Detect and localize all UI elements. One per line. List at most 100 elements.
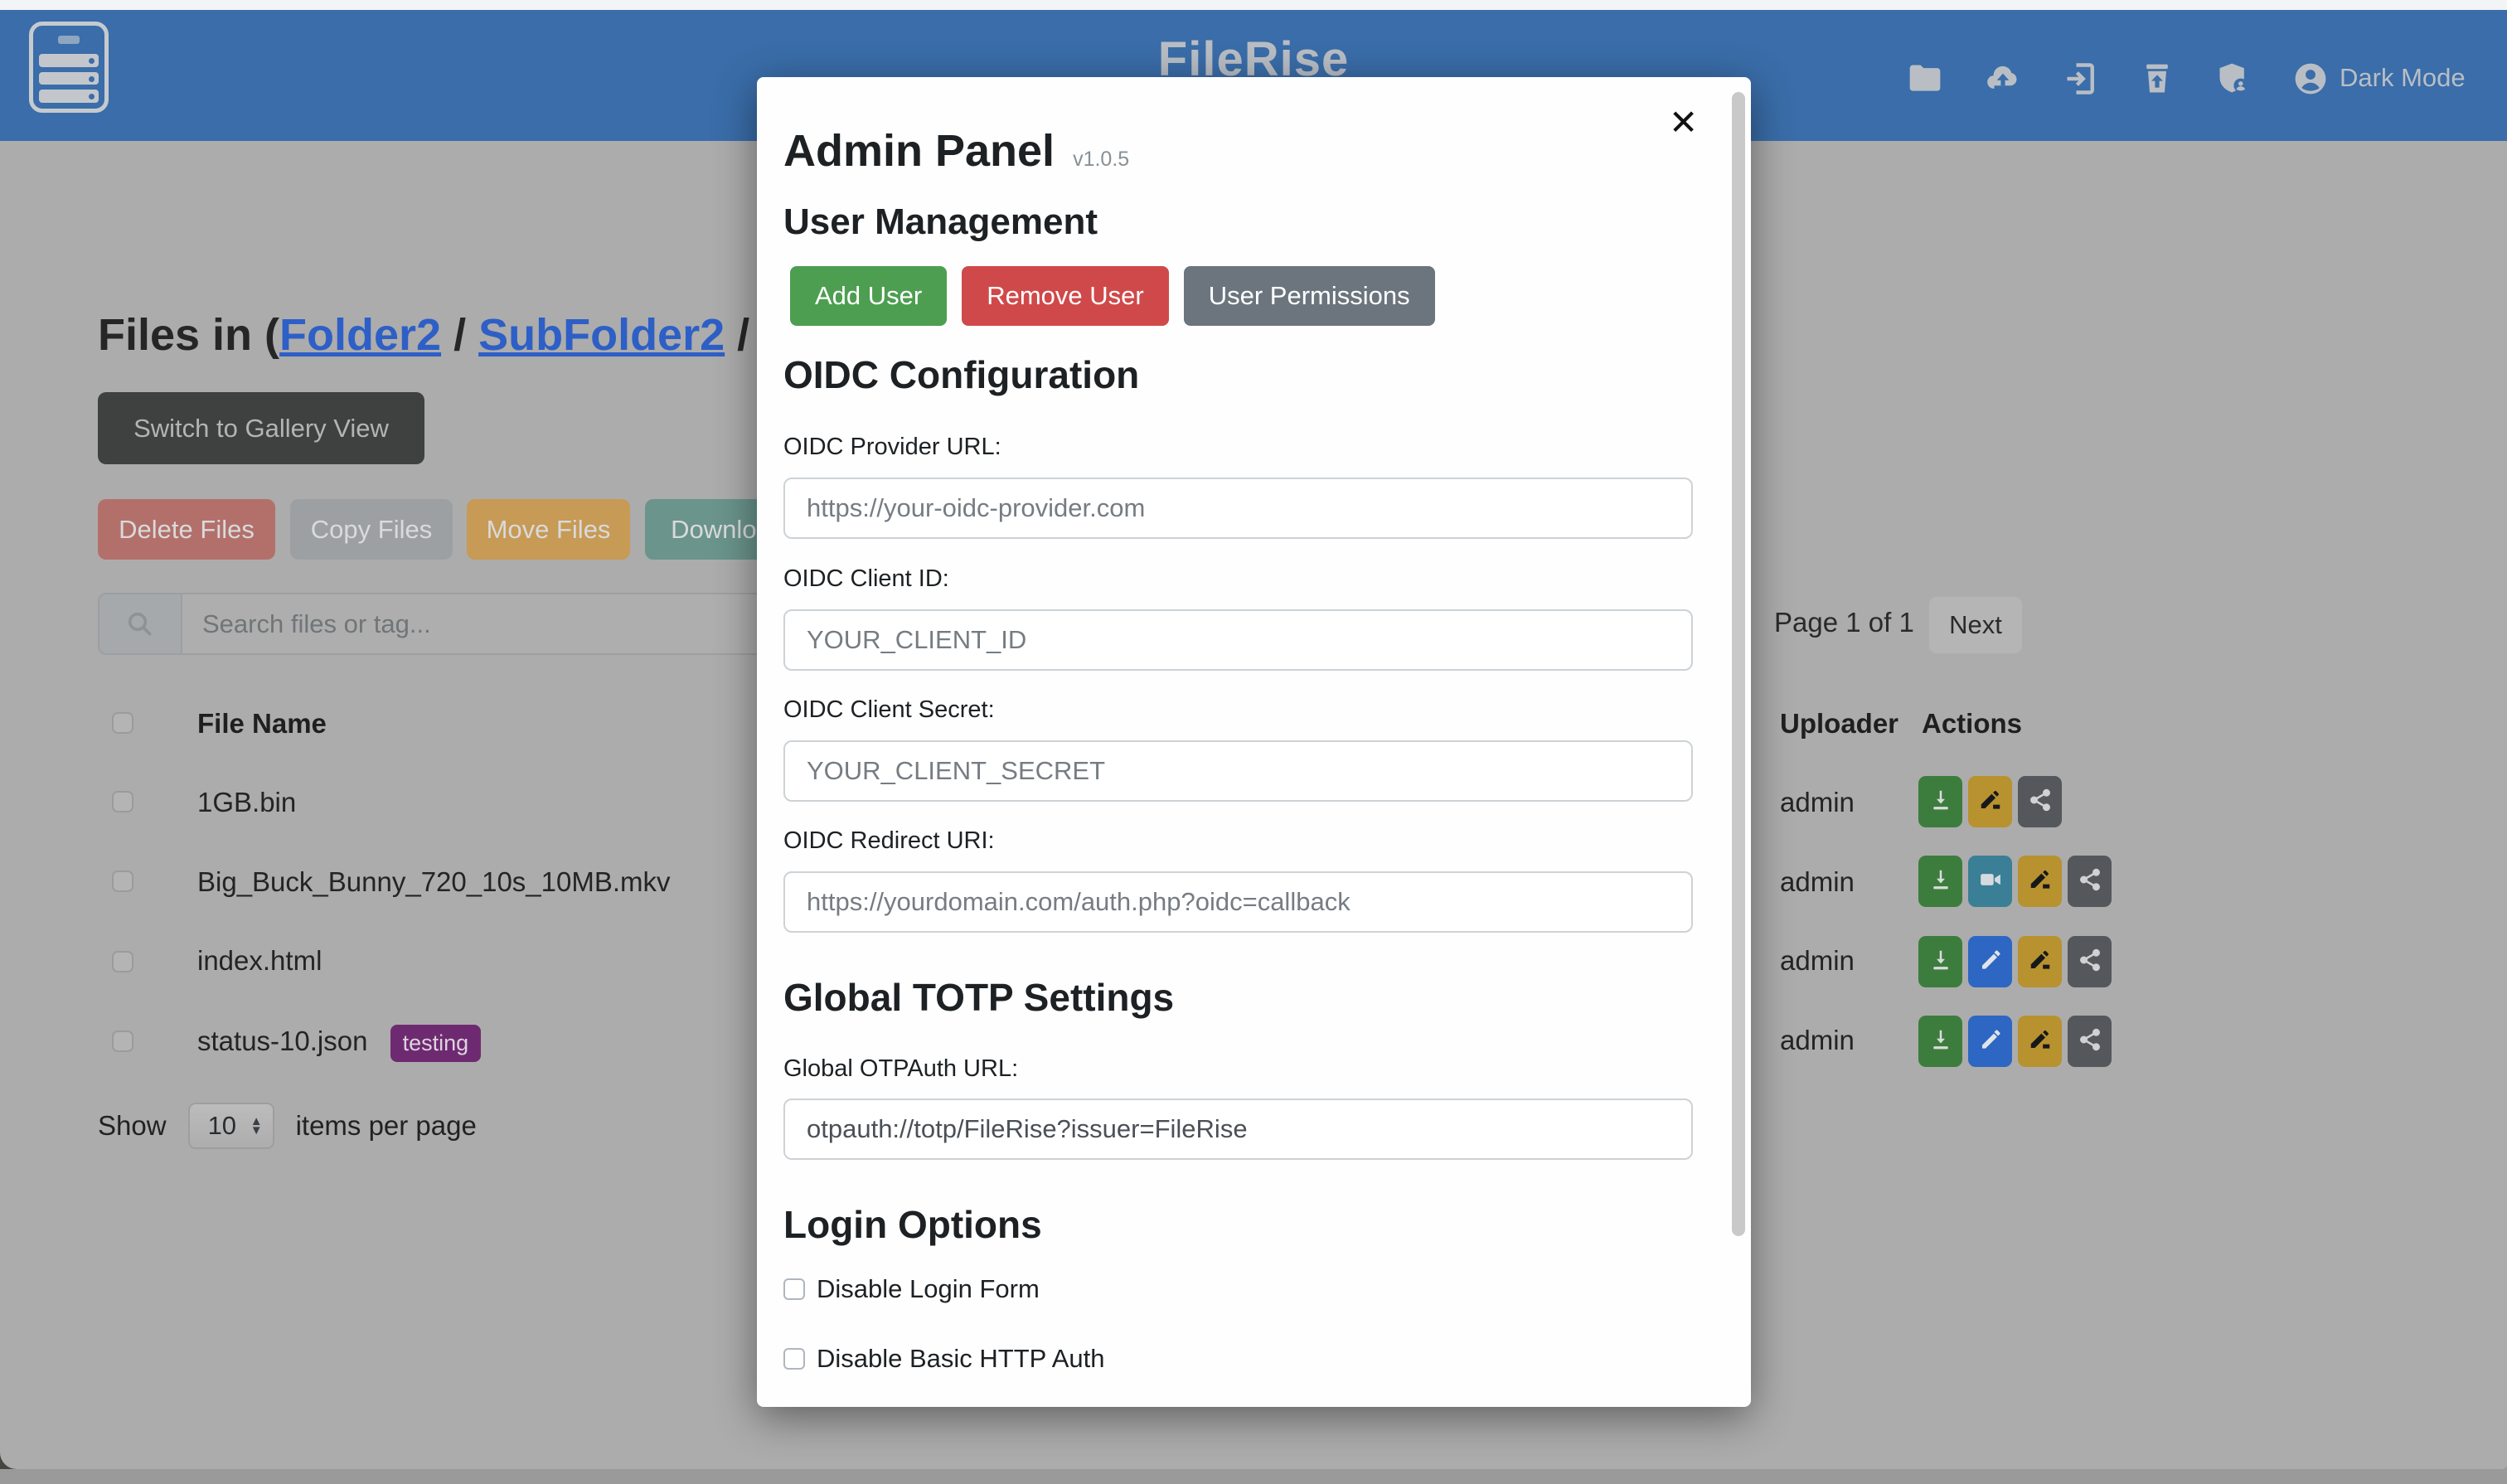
logo-bar [39, 72, 99, 85]
header-nav [1907, 53, 2305, 104]
download-file-button[interactable] [1918, 936, 1962, 987]
rename-file-button[interactable] [2018, 856, 2062, 907]
dark-mode-toggle[interactable]: Dark Mode [2340, 63, 2466, 93]
row-checkbox[interactable] [112, 791, 133, 812]
uploader-value: admin [1780, 787, 1855, 818]
share-file-button[interactable] [2018, 776, 2062, 827]
trash-restore-icon[interactable] [2139, 61, 2175, 97]
rename-file-button[interactable] [1968, 776, 2012, 827]
file-name: 1GB.bin [197, 787, 296, 818]
disable-login-form-checkbox[interactable] [783, 1278, 805, 1300]
modal-version: v1.0.5 [1073, 148, 1129, 172]
logo-slot [58, 36, 80, 44]
column-header-uploader[interactable]: Uploader [1780, 708, 1898, 740]
page-bottom-strip [0, 1469, 2507, 1484]
oidc-client-id-label: OIDC Client ID: [783, 565, 949, 593]
breadcrumb-link-folder2[interactable]: Folder2 [279, 310, 441, 360]
login-options-heading: Login Options [783, 1202, 1042, 1247]
download-icon [1928, 788, 1953, 817]
select-all-checkbox[interactable] [112, 712, 133, 734]
uploader-value: admin [1780, 866, 1855, 898]
breadcrumb-prefix: Files in ( [98, 310, 279, 360]
account-icon[interactable] [2291, 60, 2330, 98]
share-file-button[interactable] [2068, 936, 2112, 987]
uploader-value: admin [1780, 945, 1855, 977]
signin-icon[interactable] [2063, 61, 2099, 97]
row-checkbox[interactable] [112, 871, 133, 892]
share-file-button[interactable] [2068, 1016, 2112, 1067]
rename-file-button[interactable] [2018, 936, 2062, 987]
share-icon [2078, 867, 2102, 896]
rename-file-button[interactable] [2018, 1016, 2062, 1067]
add-user-button[interactable]: Add User [790, 266, 947, 326]
oidc-client-secret-input[interactable] [783, 740, 1693, 802]
disable-login-form-row: Disable Login Form [783, 1273, 1040, 1306]
file-name: Big_Buck_Bunny_720_10s_10MB.mkv [197, 866, 671, 898]
disable-basic-auth-label: Disable Basic HTTP Auth [817, 1344, 1104, 1374]
upload-icon[interactable] [1983, 61, 2023, 97]
otpauth-url-input[interactable] [783, 1098, 1693, 1160]
user-permissions-button[interactable]: User Permissions [1184, 266, 1435, 326]
per-page-value: 10 [208, 1111, 236, 1141]
row-actions [1918, 776, 2062, 827]
app-logo-server-icon[interactable] [29, 22, 109, 113]
modal-scrollbar-thumb[interactable] [1732, 92, 1745, 1236]
otpauth-url-label: Global OTPAuth URL: [783, 1055, 1018, 1083]
file-tag-badge: testing [390, 1025, 482, 1062]
oidc-client-secret-label: OIDC Client Secret: [783, 696, 995, 724]
oidc-configuration-heading: OIDC Configuration [783, 352, 1139, 397]
close-icon[interactable]: ✕ [1669, 102, 1698, 143]
edit-pencil-icon [1978, 1027, 2003, 1056]
edit-file-button[interactable] [1968, 1016, 2012, 1067]
rename-pencil-icon [1978, 788, 2003, 817]
row-actions [1918, 856, 2112, 907]
folder-icon[interactable] [1907, 61, 1943, 97]
breadcrumb: Files in (Folder2 / SubFolder2 / [98, 309, 749, 361]
edit-file-button[interactable] [1968, 936, 2012, 987]
breadcrumb-separator: / [441, 310, 478, 360]
breadcrumb-suffix: / [725, 310, 749, 360]
remove-user-button[interactable]: Remove User [962, 266, 1169, 326]
file-name: status-10.json [197, 1026, 367, 1056]
oidc-provider-label: OIDC Provider URL: [783, 434, 1001, 461]
video-camera-icon [1978, 867, 2003, 896]
share-file-button[interactable] [2068, 856, 2112, 907]
user-management-heading: User Management [783, 201, 1098, 243]
oidc-client-id-input[interactable] [783, 609, 1693, 671]
modal-title-row: Admin Panel v1.0.5 [783, 125, 1129, 177]
delete-files-button[interactable]: Delete Files [98, 499, 275, 560]
oidc-provider-input[interactable] [783, 478, 1693, 539]
row-checkbox[interactable] [112, 1031, 133, 1052]
disable-basic-auth-checkbox[interactable] [783, 1348, 805, 1370]
switch-gallery-view-button[interactable]: Switch to Gallery View [98, 392, 424, 464]
column-header-filename[interactable]: File Name [197, 708, 327, 740]
oidc-redirect-uri-input[interactable] [783, 871, 1693, 933]
search-icon [99, 594, 182, 653]
row-checkbox[interactable] [112, 951, 133, 972]
per-page-label-after: items per page [296, 1110, 477, 1142]
user-shield-icon[interactable] [2215, 61, 2252, 97]
user-management-buttons: Add User Remove User User Permissions [790, 266, 1435, 326]
rename-pencil-icon [2028, 948, 2053, 977]
admin-panel-modal: ✕ Admin Panel v1.0.5 User Management Add… [757, 77, 1751, 1407]
edit-pencil-icon [1978, 948, 2003, 977]
select-arrows-icon: ▲▼ [250, 1117, 263, 1135]
download-file-button[interactable] [1918, 776, 1962, 827]
preview-video-button[interactable] [1968, 856, 2012, 907]
per-page-select[interactable]: 10 ▲▼ [188, 1103, 274, 1149]
move-files-button[interactable]: Move Files [467, 499, 630, 560]
pagination-next-button[interactable]: Next [1929, 597, 2022, 653]
download-file-button[interactable] [1918, 856, 1962, 907]
modal-title: Admin Panel [783, 125, 1055, 177]
download-icon [1928, 1027, 1953, 1056]
global-totp-heading: Global TOTP Settings [783, 975, 1174, 1020]
copy-files-button[interactable]: Copy Files [290, 499, 453, 560]
disable-login-form-label: Disable Login Form [817, 1274, 1040, 1304]
download-icon [1928, 948, 1953, 977]
row-actions [1918, 1016, 2112, 1067]
per-page-label-before: Show [98, 1110, 167, 1142]
rename-pencil-icon [2028, 867, 2053, 896]
browser-top-edge [0, 0, 2507, 10]
breadcrumb-link-subfolder2[interactable]: SubFolder2 [478, 310, 725, 360]
download-file-button[interactable] [1918, 1016, 1962, 1067]
